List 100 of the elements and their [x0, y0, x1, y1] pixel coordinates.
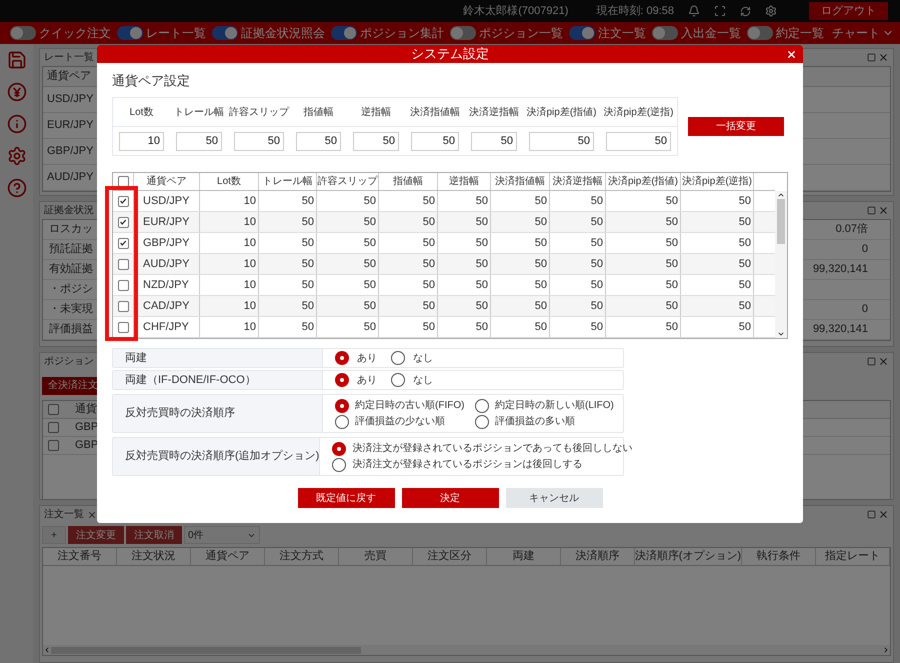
column-header: 注文状況 [116, 548, 191, 565]
table-cell: 50 [379, 191, 438, 211]
number-field[interactable]: 50 [471, 132, 517, 150]
scrollbar-thumb[interactable] [51, 646, 361, 654]
number-field[interactable]: 50 [411, 132, 459, 150]
radio-button[interactable] [475, 398, 489, 412]
option-label: あり [357, 374, 378, 388]
close-icon[interactable] [878, 356, 889, 367]
table-cell: 10 [200, 275, 259, 295]
radio-button[interactable] [475, 414, 489, 428]
toggle-label: 証拠金状況照会 [241, 25, 325, 42]
table-cell: 50 [317, 191, 379, 211]
radio-button[interactable] [332, 442, 346, 456]
option-label: 評価損益の少ない順 [355, 414, 445, 429]
close-icon[interactable] [878, 509, 889, 520]
scroll-left-icon[interactable] [43, 646, 51, 654]
currency-pair: GBP [74, 438, 98, 454]
maximize-icon[interactable] [867, 510, 876, 519]
radio-button[interactable] [335, 398, 349, 412]
column-header: 逆指幅 [360, 106, 392, 120]
bulk-change-button[interactable]: 一括変更 [688, 117, 784, 136]
option-label: 決済注文が登録されているポジションは後回しする [352, 458, 582, 472]
scroll-right-icon[interactable] [882, 646, 890, 654]
panel-title: ポジション [44, 355, 94, 369]
info-icon[interactable] [6, 114, 26, 134]
logout-button[interactable]: ログアウト [809, 2, 888, 20]
number-field[interactable]: 50 [606, 132, 671, 150]
toggle-label: 注文一覧 [598, 25, 646, 42]
scrollbar-thumb[interactable] [777, 199, 785, 244]
number-field[interactable]: 10 [119, 132, 164, 150]
bell-icon[interactable] [688, 5, 700, 17]
refresh-icon[interactable] [740, 6, 751, 16]
checkbox[interactable] [118, 238, 128, 248]
close-icon[interactable] [87, 510, 97, 520]
radio-button[interactable] [391, 351, 405, 365]
column-header: Lot数 [128, 106, 154, 120]
yen-icon[interactable] [6, 82, 26, 102]
checkbox[interactable] [118, 300, 128, 312]
close-icon[interactable] [878, 205, 889, 216]
table-cell: 50 [606, 317, 681, 337]
toggle-switch[interactable] [331, 26, 357, 40]
column-header: 決済逆指幅 [468, 106, 520, 120]
settings-icon[interactable] [6, 146, 26, 166]
column-header: 決済指値幅 [409, 106, 461, 120]
radio-button[interactable] [332, 458, 346, 472]
count-select[interactable]: 0件 [184, 526, 260, 544]
toggle-switch[interactable] [212, 26, 238, 40]
checkbox[interactable] [118, 280, 128, 290]
table-cell: 50 [491, 317, 550, 337]
radio-button[interactable] [335, 414, 349, 428]
checkbox[interactable] [118, 176, 128, 187]
number-field[interactable]: 50 [353, 132, 399, 150]
toggle-switch[interactable] [747, 26, 773, 40]
number-field[interactable]: 50 [234, 132, 284, 150]
checkbox[interactable] [118, 322, 128, 332]
checkbox[interactable] [118, 258, 128, 270]
number-field[interactable]: 50 [296, 132, 341, 150]
scroll-down-icon[interactable] [777, 330, 785, 338]
column-header: 注文番号 [43, 548, 117, 565]
toggle-switch[interactable] [117, 26, 143, 40]
margin-value: 99,320,141 [812, 322, 868, 338]
column-header: 許容スリップ [228, 106, 290, 120]
radio-button[interactable] [335, 373, 349, 387]
checkbox[interactable] [118, 196, 128, 206]
fullscreen-icon[interactable] [714, 5, 726, 17]
number-field[interactable]: 50 [529, 132, 594, 150]
table-cell: 50 [606, 233, 681, 253]
add-button[interactable]: + [42, 526, 66, 544]
maximize-icon[interactable] [867, 206, 876, 215]
maximize-icon[interactable] [867, 357, 876, 366]
toggle-switch[interactable] [450, 26, 476, 40]
close-icon[interactable] [878, 52, 889, 63]
close-icon[interactable] [786, 48, 797, 60]
dialog-button[interactable]: 決定 [402, 488, 498, 508]
toggle-switch[interactable] [569, 26, 595, 40]
column-header: 通貨ペア [47, 68, 91, 84]
table-cell: 50 [317, 296, 379, 316]
scrollbar[interactable] [775, 191, 787, 338]
checkbox[interactable] [48, 404, 58, 415]
dialog-button[interactable]: キャンセル [506, 488, 602, 508]
toggle-switch[interactable] [652, 26, 678, 40]
radio-button[interactable] [335, 351, 349, 365]
checkbox[interactable] [48, 422, 58, 433]
setting-label: 反対売買時の決済順序(追加オプション) [125, 448, 320, 464]
maximize-icon[interactable] [867, 53, 876, 62]
help-icon[interactable] [6, 178, 26, 198]
number-field[interactable]: 50 [176, 132, 222, 150]
scrollbar[interactable] [43, 645, 890, 655]
column-header: 通貨 [74, 402, 97, 418]
column-header: 決済pip差(逆指) [602, 106, 674, 120]
checkbox[interactable] [48, 440, 58, 451]
checkbox[interactable] [118, 216, 128, 228]
dialog-button[interactable]: 既定値に戻す [298, 488, 394, 508]
margin-label: 評価損益 [49, 322, 93, 338]
save-icon[interactable] [6, 50, 26, 70]
column-header: 執行条件 [742, 548, 816, 565]
radio-button[interactable] [391, 373, 405, 387]
table-cell: 50 [606, 275, 681, 295]
toggle-switch[interactable] [10, 26, 36, 40]
scroll-up-icon[interactable] [777, 191, 785, 199]
